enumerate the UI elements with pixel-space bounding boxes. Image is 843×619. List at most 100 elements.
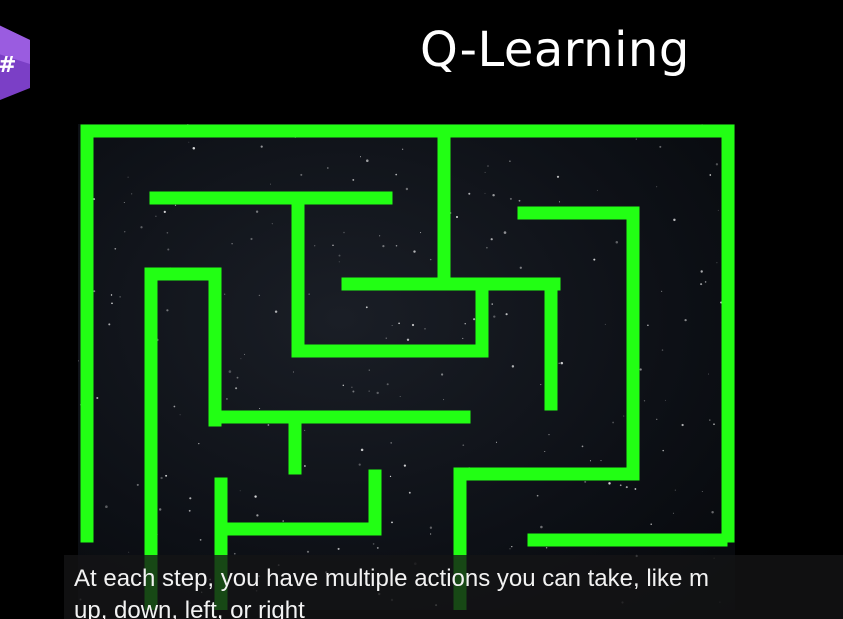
star <box>709 419 711 421</box>
star <box>96 396 99 400</box>
star <box>660 290 663 293</box>
star <box>258 294 261 297</box>
csharp-logo-icon: # <box>0 8 30 108</box>
star <box>464 323 466 325</box>
star <box>189 497 192 500</box>
star <box>408 491 411 494</box>
star <box>376 546 379 549</box>
star <box>192 147 196 150</box>
star <box>704 281 707 283</box>
star <box>365 306 368 309</box>
star <box>236 376 239 379</box>
star <box>429 533 432 535</box>
star <box>382 245 385 248</box>
star <box>711 510 714 514</box>
star <box>639 368 642 371</box>
star <box>558 201 561 203</box>
star <box>662 449 664 452</box>
star <box>713 423 715 426</box>
star <box>173 405 176 408</box>
star <box>256 514 259 517</box>
star <box>619 484 622 487</box>
star <box>405 187 409 191</box>
star <box>300 173 303 176</box>
star <box>647 324 649 327</box>
star <box>240 358 242 360</box>
star <box>589 460 592 462</box>
star <box>124 231 126 233</box>
star <box>372 543 375 545</box>
star <box>114 247 117 250</box>
star <box>661 349 664 351</box>
star <box>306 550 310 553</box>
star <box>401 148 404 150</box>
star <box>505 313 508 316</box>
star <box>429 526 433 529</box>
star <box>406 338 410 341</box>
star <box>391 325 393 326</box>
star <box>352 390 355 393</box>
star <box>490 238 493 241</box>
star <box>254 495 257 498</box>
star <box>366 159 369 162</box>
star <box>509 160 511 163</box>
caption-line-1: At each step, you have multiple actions … <box>74 565 710 592</box>
star <box>709 174 712 176</box>
star <box>411 323 415 327</box>
star <box>493 315 496 318</box>
star <box>509 197 512 200</box>
star <box>503 231 507 234</box>
star <box>701 491 703 492</box>
star <box>684 318 687 322</box>
star <box>429 258 432 261</box>
star <box>484 171 486 173</box>
star <box>715 163 719 166</box>
star <box>545 547 548 549</box>
star <box>255 210 259 213</box>
star <box>360 448 364 452</box>
star <box>136 483 139 486</box>
star <box>128 551 130 553</box>
star <box>615 241 619 244</box>
star <box>326 167 329 169</box>
maze-icon <box>78 124 735 610</box>
star <box>612 421 614 424</box>
star <box>352 178 355 181</box>
star <box>634 488 637 490</box>
star <box>390 442 393 444</box>
star <box>179 414 181 416</box>
star <box>391 521 393 524</box>
star <box>342 384 345 387</box>
star <box>358 463 361 466</box>
star <box>403 464 407 467</box>
star <box>338 254 341 257</box>
star <box>260 145 263 148</box>
star <box>239 490 241 492</box>
star <box>271 223 273 225</box>
star <box>581 445 584 448</box>
star <box>656 418 658 420</box>
star <box>131 193 133 195</box>
star <box>123 202 125 203</box>
caption-line-2: up, down, left, or right <box>74 597 305 619</box>
svg-text:#: # <box>0 53 16 78</box>
star <box>160 476 163 480</box>
star <box>235 387 238 390</box>
star <box>399 396 401 397</box>
star <box>389 475 392 478</box>
star <box>462 444 465 447</box>
star <box>166 231 169 234</box>
star <box>455 215 459 219</box>
star <box>673 218 676 222</box>
star <box>228 370 232 373</box>
star <box>593 258 596 261</box>
star <box>420 232 422 234</box>
star <box>379 235 381 237</box>
star <box>231 242 233 245</box>
star <box>360 156 361 158</box>
star <box>224 293 226 295</box>
star <box>623 415 625 417</box>
star <box>664 399 666 401</box>
star <box>635 138 637 140</box>
maze-image <box>78 124 735 610</box>
